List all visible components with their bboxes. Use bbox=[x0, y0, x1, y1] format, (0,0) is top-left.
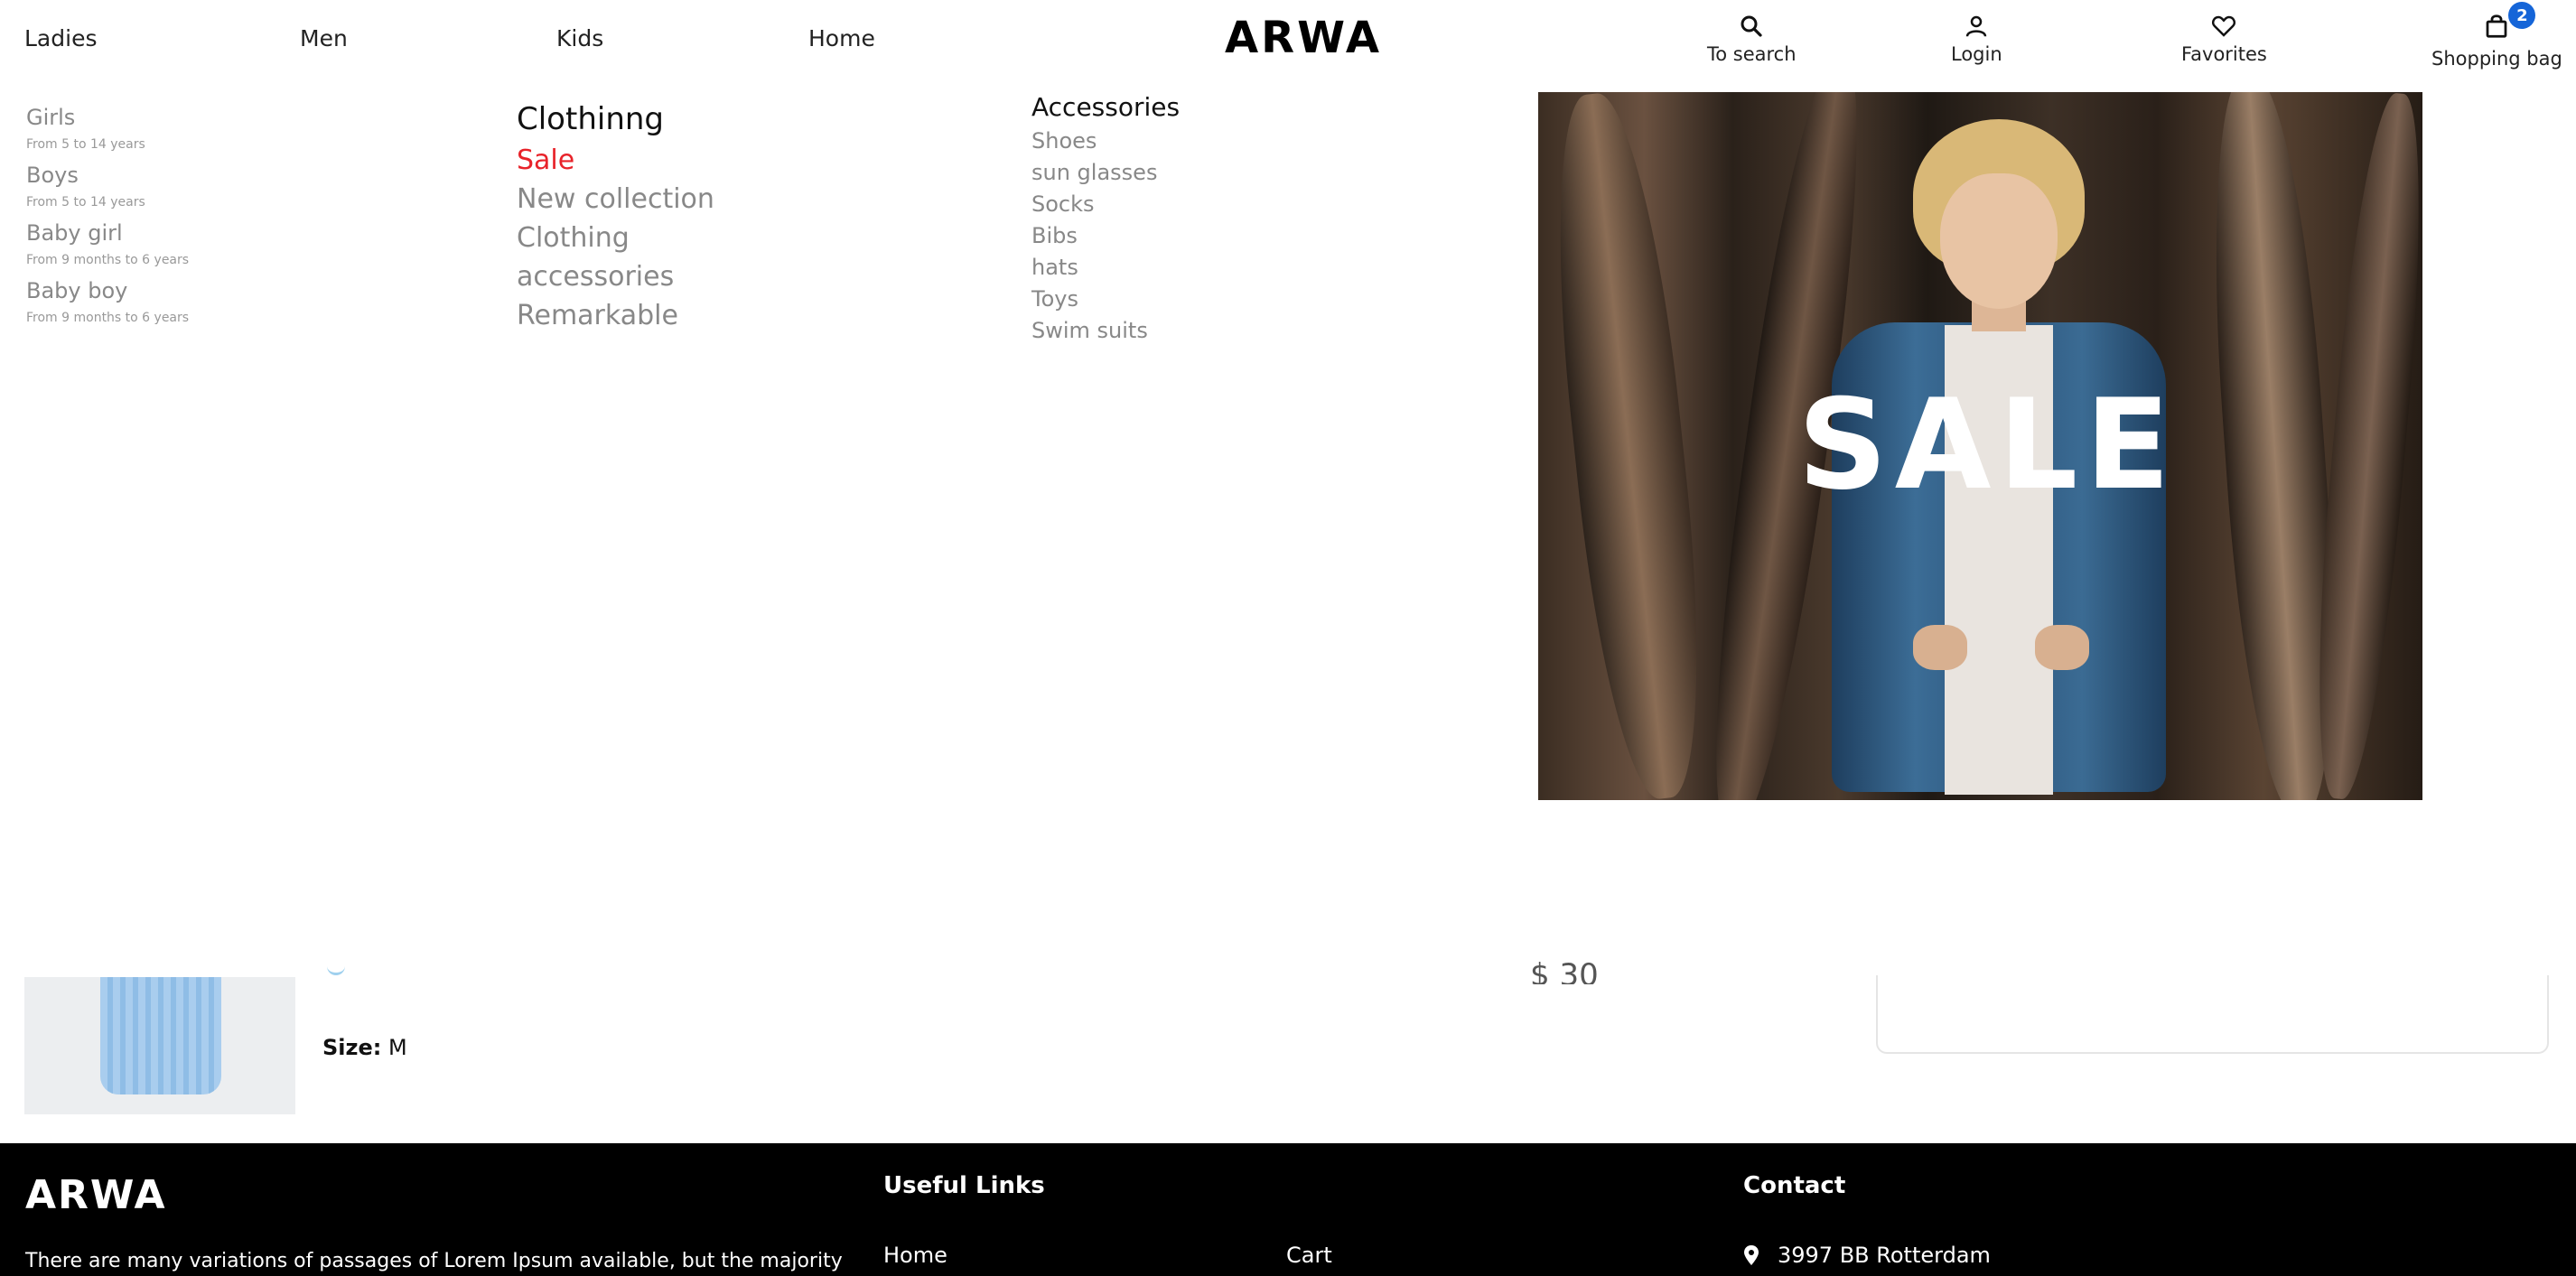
menu-item-toys[interactable]: Toys bbox=[1031, 284, 1180, 315]
category-baby-boy[interactable]: Baby boy From 9 months to 6 years bbox=[26, 278, 189, 325]
menu-item-accessories[interactable]: accessories bbox=[517, 257, 714, 296]
footer-logo[interactable]: ARWA bbox=[25, 1172, 167, 1218]
menu-item-shoes[interactable]: Shoes bbox=[1031, 126, 1180, 157]
nav-kids[interactable]: Kids bbox=[556, 25, 603, 51]
site-header: Ladies Men Kids Home ARWA To search Logi… bbox=[0, 0, 2576, 81]
product-size: Size: M bbox=[322, 1035, 407, 1060]
useful-links-heading: Useful Links bbox=[883, 1172, 1045, 1199]
sale-promo-image[interactable]: SALE bbox=[1538, 92, 2422, 800]
search-button[interactable]: To search bbox=[1707, 13, 1797, 65]
order-summary-box bbox=[1876, 975, 2549, 1054]
category-age-range: From 9 months to 6 years bbox=[26, 253, 190, 267]
size-value: M bbox=[388, 1035, 407, 1060]
favorites-label: Favorites bbox=[2181, 43, 2267, 65]
login-label: Login bbox=[1951, 43, 2002, 65]
color-swatch-fragment bbox=[327, 966, 345, 975]
nav-ladies[interactable]: Ladies bbox=[24, 25, 97, 51]
nav-home[interactable]: Home bbox=[808, 25, 875, 51]
category-boys[interactable]: Boys From 5 to 14 years bbox=[26, 163, 189, 210]
heart-icon bbox=[2212, 15, 2236, 37]
menu-item-remarkable[interactable]: Remarkable bbox=[517, 296, 714, 335]
category-label: Boys bbox=[26, 163, 79, 188]
footer-link-home[interactable]: Home bbox=[883, 1243, 947, 1268]
model-hand bbox=[2035, 625, 2089, 670]
accessories-menu: Accessories Shoes sun glasses Socks Bibs… bbox=[1031, 92, 1180, 347]
category-label: Girls bbox=[26, 105, 76, 130]
category-age-range: From 9 months to 6 years bbox=[26, 311, 190, 325]
category-label: Baby boy bbox=[26, 278, 128, 303]
site-logo[interactable]: ARWA bbox=[1225, 13, 1382, 63]
login-button[interactable]: Login bbox=[1951, 13, 2002, 65]
size-label: Size: bbox=[322, 1035, 382, 1060]
favorites-button[interactable]: Favorites bbox=[2181, 13, 2267, 65]
menu-item-sunglasses[interactable]: sun glasses bbox=[1031, 157, 1180, 189]
nav-men[interactable]: Men bbox=[300, 25, 348, 51]
promo-sale-text: SALE bbox=[1797, 372, 2178, 517]
user-icon bbox=[1966, 15, 1987, 37]
menu-item-swim-suits[interactable]: Swim suits bbox=[1031, 315, 1180, 347]
bag-label: Shopping bag bbox=[2431, 48, 2562, 70]
model-hand bbox=[1913, 625, 1967, 670]
shopping-bag-icon bbox=[2487, 14, 2507, 38]
footer-about-text: There are many variations of passages of… bbox=[25, 1250, 843, 1272]
site-footer: ARWA There are many variations of passag… bbox=[0, 1143, 2576, 1276]
model-face bbox=[1940, 173, 2058, 309]
accessories-heading: Accessories bbox=[1031, 92, 1181, 122]
menu-item-bibs[interactable]: Bibs bbox=[1031, 220, 1180, 252]
footer-link-cart[interactable]: Cart bbox=[1286, 1243, 1332, 1268]
bag-icon-wrap: 2 bbox=[2483, 2, 2536, 48]
category-age-range: From 5 to 14 years bbox=[26, 195, 145, 210]
menu-item-clothing[interactable]: Clothing bbox=[517, 219, 714, 257]
product-thumbnail[interactable] bbox=[24, 977, 295, 1114]
category-age-range: From 5 to 14 years bbox=[26, 137, 145, 152]
shopping-bag-button[interactable]: 2 Shopping bag bbox=[2431, 2, 2562, 70]
category-girls[interactable]: Girls From 5 to 14 years bbox=[26, 105, 189, 152]
age-category-list: Girls From 5 to 14 years Boys From 5 to … bbox=[26, 105, 189, 336]
location-pin-icon bbox=[1744, 1245, 1759, 1265]
search-icon bbox=[1741, 15, 1762, 37]
product-price: $ 30 bbox=[1530, 957, 1599, 984]
contact-heading: Contact bbox=[1743, 1172, 1846, 1199]
search-label: To search bbox=[1707, 43, 1797, 65]
dress-image bbox=[100, 977, 221, 1094]
category-label: Baby girl bbox=[26, 220, 123, 246]
menu-item-socks[interactable]: Socks bbox=[1031, 189, 1180, 220]
clothing-heading: Clothinng bbox=[517, 101, 664, 137]
clothing-menu: Clothinng Sale New collection Clothing a… bbox=[517, 101, 714, 335]
bag-count-badge: 2 bbox=[2508, 2, 2536, 29]
menu-item-hats[interactable]: hats bbox=[1031, 252, 1180, 284]
category-baby-girl[interactable]: Baby girl From 9 months to 6 years bbox=[26, 220, 189, 267]
menu-item-new-collection[interactable]: New collection bbox=[517, 180, 714, 219]
address-text: 3997 BB Rotterdam bbox=[1778, 1243, 1991, 1268]
menu-item-sale[interactable]: Sale bbox=[517, 141, 714, 180]
contact-address: 3997 BB Rotterdam bbox=[1743, 1243, 1991, 1268]
